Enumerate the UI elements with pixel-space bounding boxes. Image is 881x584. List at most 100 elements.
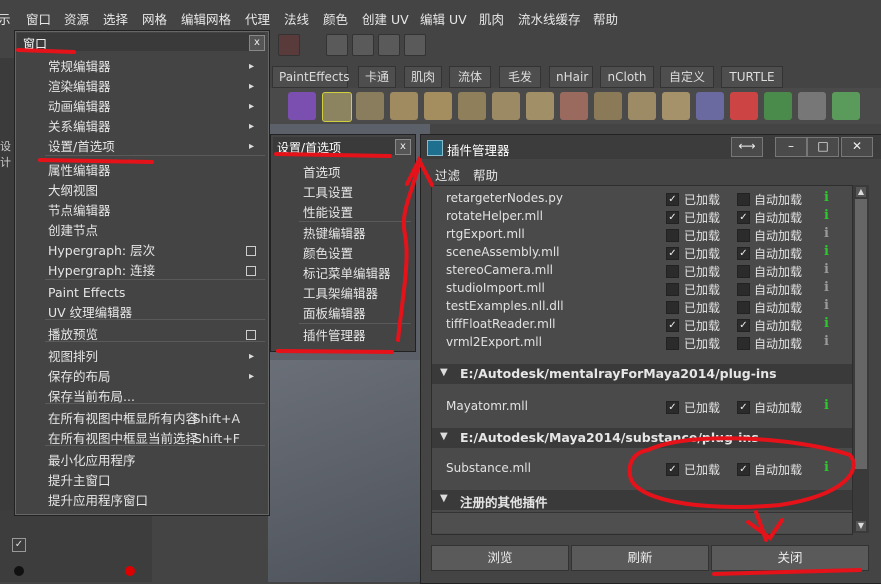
info-icon[interactable]: i [824, 298, 829, 313]
resize-icon[interactable]: ⟷ [731, 137, 763, 157]
window-menu-item[interactable]: 在所有视图中框显所有内容 Shift+A [48, 409, 268, 429]
autoload-checkbox[interactable] [737, 229, 750, 242]
window-menu-item[interactable]: 关系编辑器 ▸ [48, 117, 268, 137]
menu-mesh[interactable]: 网格 [142, 9, 167, 28]
autoload-checkbox[interactable] [737, 283, 750, 296]
clapper-icon[interactable] [352, 34, 374, 56]
menu-window[interactable]: 窗口 [26, 9, 51, 28]
loaded-checkbox[interactable]: ✓ [666, 463, 679, 476]
window-menu-item[interactable]: 设置/首选项 ▸ [48, 137, 268, 157]
option-box-icon[interactable] [246, 246, 256, 256]
option-box-icon[interactable] [246, 266, 256, 276]
tab-toon[interactable]: 卡通 [358, 66, 396, 88]
info-icon[interactable]: i [824, 280, 829, 295]
info-icon[interactable]: i [824, 190, 829, 205]
autoload-checkbox[interactable] [737, 265, 750, 278]
cube-icon[interactable] [288, 92, 316, 120]
settings-menu-item[interactable]: 首选项 [303, 163, 341, 183]
poly-tool-icon[interactable] [662, 92, 690, 120]
plugin-list-scrollbar[interactable]: ▲ ▼ [853, 185, 869, 533]
poly-tool-icon[interactable] [390, 92, 418, 120]
render-frame-icon[interactable] [326, 34, 348, 56]
menu-color[interactable]: 颜色 [323, 9, 348, 28]
window-menu-item[interactable]: 保存的布局 ▸ [48, 367, 268, 387]
settings-menu-item[interactable]: 性能设置 [303, 203, 353, 223]
menu-proxy[interactable]: 代理 [245, 9, 270, 28]
menu-create-uv[interactable]: 创建 UV [362, 9, 409, 28]
tab-nhair[interactable]: nHair [549, 66, 593, 88]
menu-normals[interactable]: 法线 [284, 9, 309, 28]
settings-menu-item[interactable]: 热键编辑器 [303, 224, 366, 244]
window-menu-item[interactable]: 最小化应用程序 [48, 451, 268, 471]
collapse-triangle-icon[interactable]: ▼ [440, 367, 448, 378]
tab-fluids[interactable]: 流体 [449, 66, 491, 88]
magnet-icon[interactable] [278, 34, 300, 56]
window-menu-item[interactable]: 节点编辑器 [48, 201, 268, 221]
collapse-triangle-icon[interactable]: ▼ [440, 493, 448, 504]
poly-tool-icon[interactable] [322, 92, 352, 122]
info-icon[interactable]: i [824, 226, 829, 241]
plugin-group-header[interactable]: ▼ 注册的其他插件 [432, 490, 852, 510]
menu-help[interactable]: 帮助 [473, 165, 498, 184]
info-icon[interactable]: i [824, 208, 829, 223]
info-icon[interactable]: i [824, 244, 829, 259]
uv-tool-icon[interactable] [832, 92, 860, 120]
plugin-group-header[interactable]: ▼ E:/Autodesk/Maya2014/substance/plug-ins [432, 428, 852, 448]
loaded-checkbox[interactable] [666, 301, 679, 314]
scroll-up-icon[interactable]: ▲ [856, 187, 866, 197]
poly-tool-icon[interactable] [492, 92, 520, 120]
window-menu-item[interactable]: 在所有视图中框显当前选择 Shift+F [48, 429, 268, 449]
loaded-checkbox[interactable]: ✓ [666, 401, 679, 414]
poly-tool-icon[interactable] [458, 92, 486, 120]
close-button[interactable]: 关闭 [711, 545, 869, 571]
autoload-checkbox[interactable]: ✓ [737, 211, 750, 224]
close-icon[interactable]: ✕ [841, 137, 873, 157]
poly-tool-icon[interactable] [526, 92, 554, 120]
autoload-checkbox[interactable]: ✓ [737, 401, 750, 414]
autoload-checkbox[interactable]: ✓ [737, 247, 750, 260]
settings-menu-item[interactable]: 颜色设置 [303, 244, 353, 264]
loaded-checkbox[interactable] [666, 337, 679, 350]
uv-tool-icon[interactable] [730, 92, 758, 120]
close-icon[interactable]: x [249, 35, 265, 51]
uv-tool-icon[interactable] [798, 92, 826, 120]
loaded-checkbox[interactable]: ✓ [666, 247, 679, 260]
poly-tool-icon[interactable] [594, 92, 622, 120]
window-menu-item[interactable]: Hypergraph: 层次 [48, 241, 268, 261]
info-icon[interactable]: i [824, 460, 829, 475]
settings-menu-item[interactable]: 工具设置 [303, 183, 353, 203]
menu-filter[interactable]: 过滤 [435, 165, 460, 184]
menu-edit-mesh[interactable]: 编辑网格 [181, 9, 231, 28]
option-box-icon[interactable] [246, 330, 256, 340]
window-menu-item[interactable]: 提升主窗口 [48, 471, 268, 491]
refresh-button[interactable]: 刷新 [571, 545, 709, 571]
loaded-checkbox[interactable]: ✓ [666, 211, 679, 224]
settings-menu-item[interactable]: 标记菜单编辑器 [303, 264, 391, 284]
window-menu-item[interactable]: 提升应用程序窗口 [48, 491, 268, 511]
tab-ncloth[interactable]: nCloth [600, 66, 654, 88]
loaded-checkbox[interactable] [666, 265, 679, 278]
tab-custom[interactable]: 自定义 [660, 66, 714, 88]
uv-tool-icon[interactable] [764, 92, 792, 120]
poly-tool-icon[interactable] [356, 92, 384, 120]
minimize-icon[interactable]: – [775, 137, 807, 157]
window-menu-item[interactable]: UV 纹理编辑器 [48, 303, 268, 323]
clapper-ipr-icon[interactable] [378, 34, 400, 56]
menu-edit-uv[interactable]: 编辑 UV [420, 9, 467, 28]
menu-pipeline-cache[interactable]: 流水线缓存 [518, 9, 581, 28]
tab-muscle[interactable]: 肌肉 [404, 66, 442, 88]
poly-tool-icon[interactable] [560, 92, 588, 120]
window-menu-item[interactable]: 属性编辑器 [48, 161, 268, 181]
window-menu-item[interactable]: 创建节点 [48, 221, 268, 241]
poly-tool-icon[interactable] [424, 92, 452, 120]
menu-show[interactable]: 示 [0, 9, 11, 28]
info-icon[interactable]: i [824, 398, 829, 413]
window-menu-item[interactable]: 视图排列 ▸ [48, 347, 268, 367]
window-menu-item[interactable]: 渲染编辑器 ▸ [48, 77, 268, 97]
loaded-checkbox[interactable] [666, 283, 679, 296]
menu-help[interactable]: 帮助 [593, 9, 618, 28]
tab-fur[interactable]: 毛发 [499, 66, 541, 88]
autoload-checkbox[interactable] [737, 301, 750, 314]
info-icon[interactable]: i [824, 334, 829, 349]
menu-select[interactable]: 选择 [103, 9, 128, 28]
